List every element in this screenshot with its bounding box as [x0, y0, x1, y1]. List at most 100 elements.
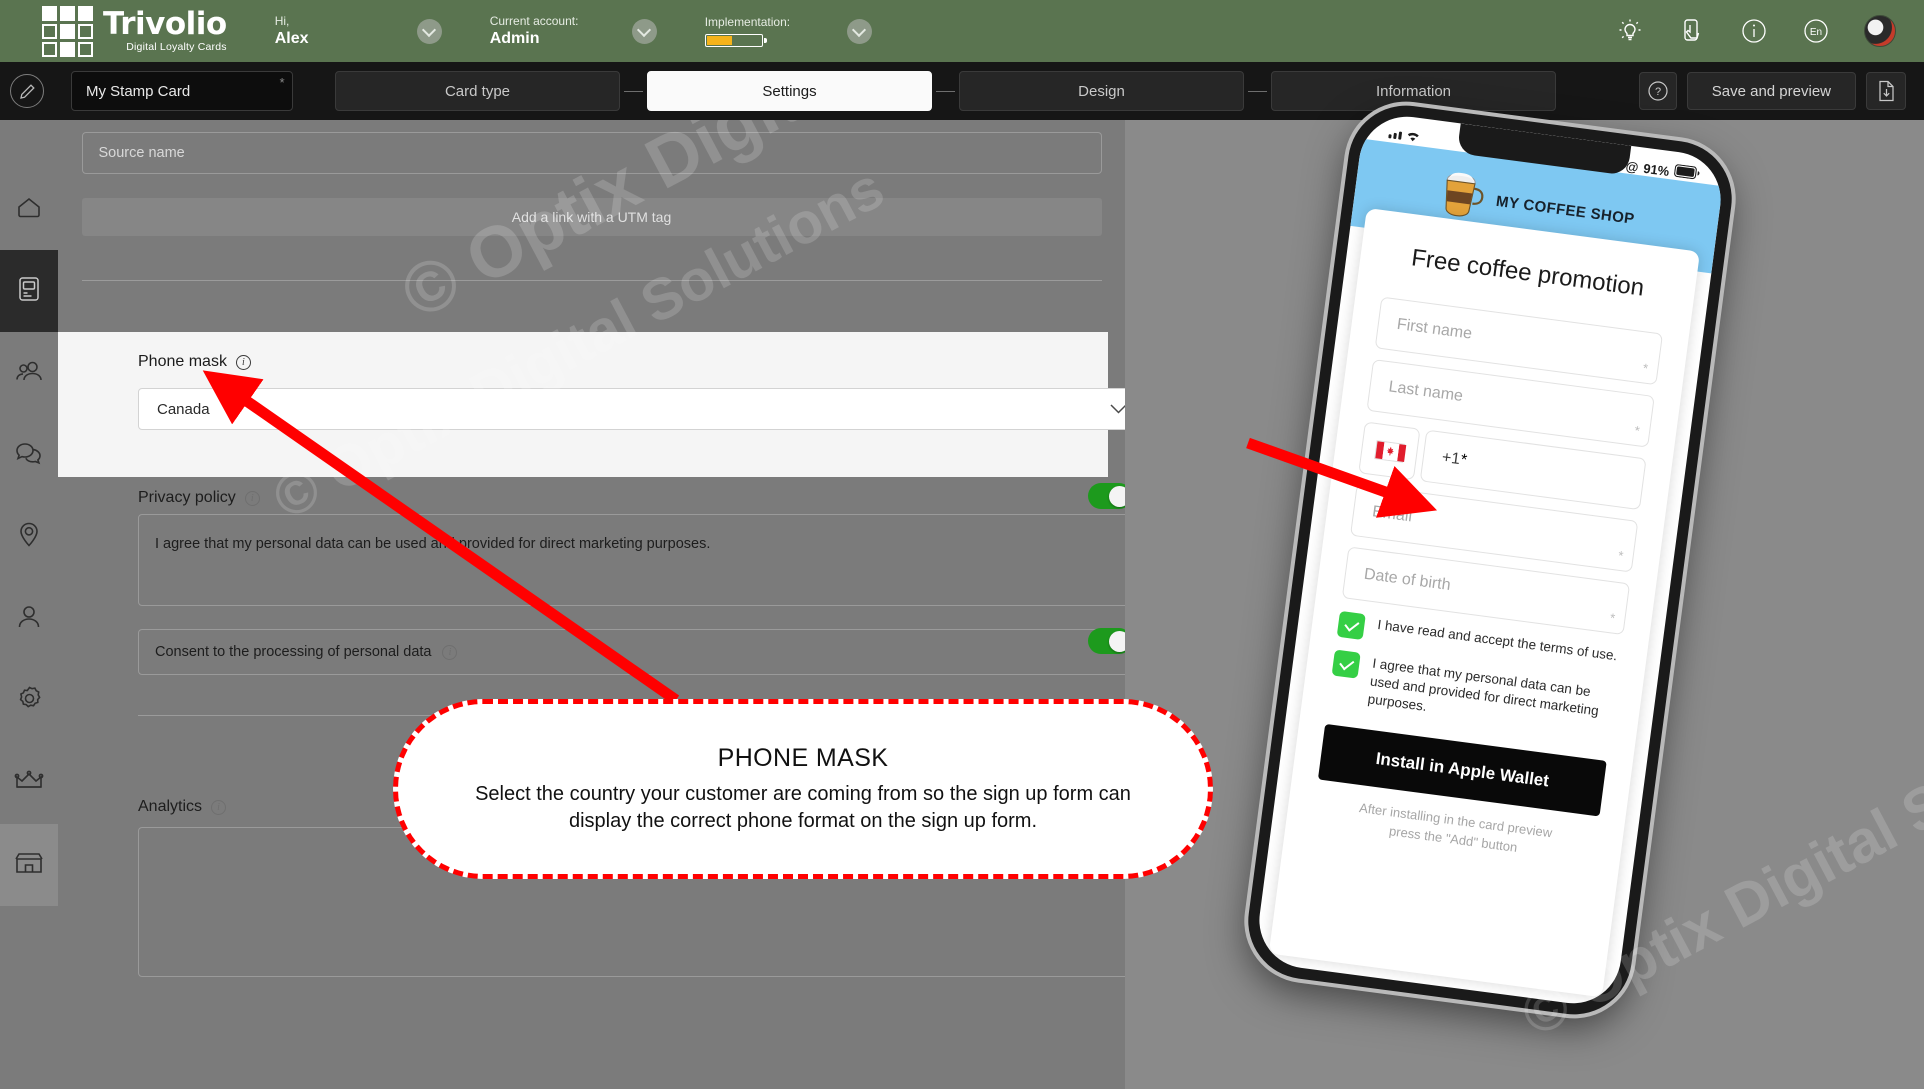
sidebar-item-settings[interactable] — [0, 660, 58, 742]
sidebar-item-subscription[interactable] — [0, 742, 58, 824]
privacy-policy-text: I agree that my personal data can be use… — [155, 536, 711, 552]
greeting-label: Hi, — [274, 13, 290, 28]
mobile-hand-icon[interactable] — [1678, 17, 1706, 45]
privacy-policy-label: Privacy policy i — [138, 489, 260, 507]
required-marker: * — [1641, 360, 1649, 376]
tab-design[interactable]: Design — [959, 71, 1244, 111]
info-icon[interactable]: i — [211, 799, 227, 815]
sidebar-item-home[interactable] — [0, 168, 58, 250]
home-icon — [16, 195, 42, 224]
analytics-label: Analytics i — [138, 798, 227, 816]
greeting-value: Alex — [274, 29, 309, 47]
brand-name: Trivolio — [103, 6, 227, 43]
canada-flag-icon — [1373, 439, 1406, 463]
source-name-placeholder: Source name — [98, 145, 185, 161]
sidebar-item-store[interactable] — [0, 824, 58, 906]
chat-icon — [15, 441, 43, 470]
email-placeholder: Email — [1371, 503, 1414, 526]
phone-mask-label: Phone mask i — [138, 353, 251, 371]
account-value: Admin — [489, 29, 540, 47]
tab-information[interactable]: Information — [1271, 71, 1556, 111]
info-icon[interactable] — [1740, 17, 1768, 45]
implementation-progress-bar — [704, 34, 767, 47]
language-icon[interactable]: En — [1802, 17, 1830, 45]
sidebar-item-locations[interactable] — [0, 496, 58, 578]
left-sidebar — [0, 120, 58, 1089]
privacy-policy-textarea[interactable]: I agree that my personal data can be use… — [138, 514, 1125, 606]
required-marker: * — [278, 75, 284, 90]
users-icon — [15, 359, 43, 388]
chevron-down-icon[interactable] — [631, 18, 657, 44]
required-marker: * — [1458, 451, 1468, 469]
privacy-policy-toggle[interactable] — [1088, 483, 1125, 509]
consent-row[interactable]: Consent to the processing of personal da… — [138, 629, 1125, 675]
section-divider — [81, 280, 1102, 281]
annotation-callout: PHONE MASK Select the country your custo… — [393, 699, 1213, 879]
sidebar-item-messages[interactable] — [0, 414, 58, 496]
settings-form-panel: © Optix Digital Solutions © Optix Digita… — [58, 120, 1125, 1089]
sidebar-item-cards[interactable] — [0, 250, 58, 332]
consent-label: Consent to the processing of personal da… — [155, 644, 432, 660]
info-icon[interactable]: i — [235, 354, 251, 370]
edit-pencil-icon[interactable] — [10, 74, 44, 108]
logo-grid-icon — [42, 5, 93, 57]
card-name-input[interactable]: My Stamp Card * — [71, 71, 293, 111]
phone-mask-value: Canada — [157, 400, 210, 418]
last-name-placeholder: Last name — [1387, 378, 1464, 405]
chevron-down-icon — [1110, 401, 1125, 418]
info-icon[interactable]: i — [442, 644, 458, 660]
chevron-down-icon[interactable] — [846, 18, 872, 44]
checkbox-checked-icon[interactable] — [1336, 610, 1366, 641]
info-icon[interactable]: i — [244, 490, 260, 506]
account-label: Current account: — [489, 13, 579, 28]
brand-logo[interactable]: Trivolio Digital Loyalty Cards — [42, 5, 227, 57]
editor-toolbar: My Stamp Card * Card type Settings Desig… — [0, 62, 1924, 120]
gear-icon — [16, 685, 43, 717]
sidebar-item-staff[interactable] — [0, 578, 58, 660]
first-name-placeholder: First name — [1395, 315, 1474, 343]
greeting-block[interactable]: Hi, Alex — [275, 14, 442, 49]
header-icon-group: En — [1616, 15, 1896, 47]
phone-screen: @ 91% MY COFFEE SHOP Free coffee promoti… — [1253, 110, 1727, 1010]
sidebar-item-clients[interactable] — [0, 332, 58, 414]
toggle-knob — [1108, 630, 1125, 652]
card-name-value: My Stamp Card — [86, 82, 191, 100]
store-icon — [14, 851, 44, 880]
card-icon — [18, 276, 40, 307]
brand-tagline: Digital Loyalty Cards — [126, 41, 227, 54]
tab-settings[interactable]: Settings — [647, 71, 932, 111]
required-marker: * — [1616, 547, 1624, 564]
person-icon — [16, 604, 42, 635]
tab-separator — [624, 90, 643, 92]
country-flag-selector[interactable] — [1358, 421, 1421, 481]
phone-country-code: +1 — [1440, 448, 1462, 469]
tab-card-type[interactable]: Card type — [335, 71, 620, 111]
avatar[interactable] — [1864, 15, 1896, 47]
location-icon — [17, 521, 41, 554]
download-icon[interactable] — [1866, 72, 1906, 110]
account-block[interactable]: Current account: Admin — [490, 14, 657, 49]
card-preview-panel: © Optix Digital Solutions @ 91% MY COFFE… — [1125, 98, 1924, 1089]
phone-mask-select[interactable]: Canada — [138, 388, 1125, 430]
dob-placeholder: Date of birth — [1362, 565, 1452, 594]
tab-separator — [936, 90, 955, 92]
save-and-preview-button[interactable]: Save and preview — [1686, 72, 1856, 110]
shop-name: MY COFFEE SHOP — [1495, 192, 1636, 228]
phone-mask-label-text: Phone mask — [138, 353, 227, 370]
implementation-label: Implementation: — [704, 15, 791, 29]
svg-text:En: En — [1810, 27, 1822, 38]
checkbox-checked-icon[interactable] — [1331, 649, 1361, 679]
tab-separator — [1248, 90, 1267, 92]
required-marker: * — [1608, 610, 1616, 626]
help-icon[interactable]: ? — [1638, 72, 1677, 110]
required-marker: * — [1633, 422, 1641, 439]
privacy-policy-label-text: Privacy policy — [138, 489, 236, 506]
signal-wifi-icon — [1388, 126, 1430, 148]
toggle-knob — [1108, 485, 1125, 507]
battery-icon — [1673, 164, 1701, 183]
consent-toggle[interactable] — [1088, 628, 1125, 654]
svg-text:?: ? — [1655, 86, 1661, 98]
chevron-down-icon[interactable] — [416, 18, 442, 44]
lightbulb-icon[interactable] — [1616, 17, 1644, 45]
implementation-block[interactable]: Implementation: — [704, 15, 872, 47]
